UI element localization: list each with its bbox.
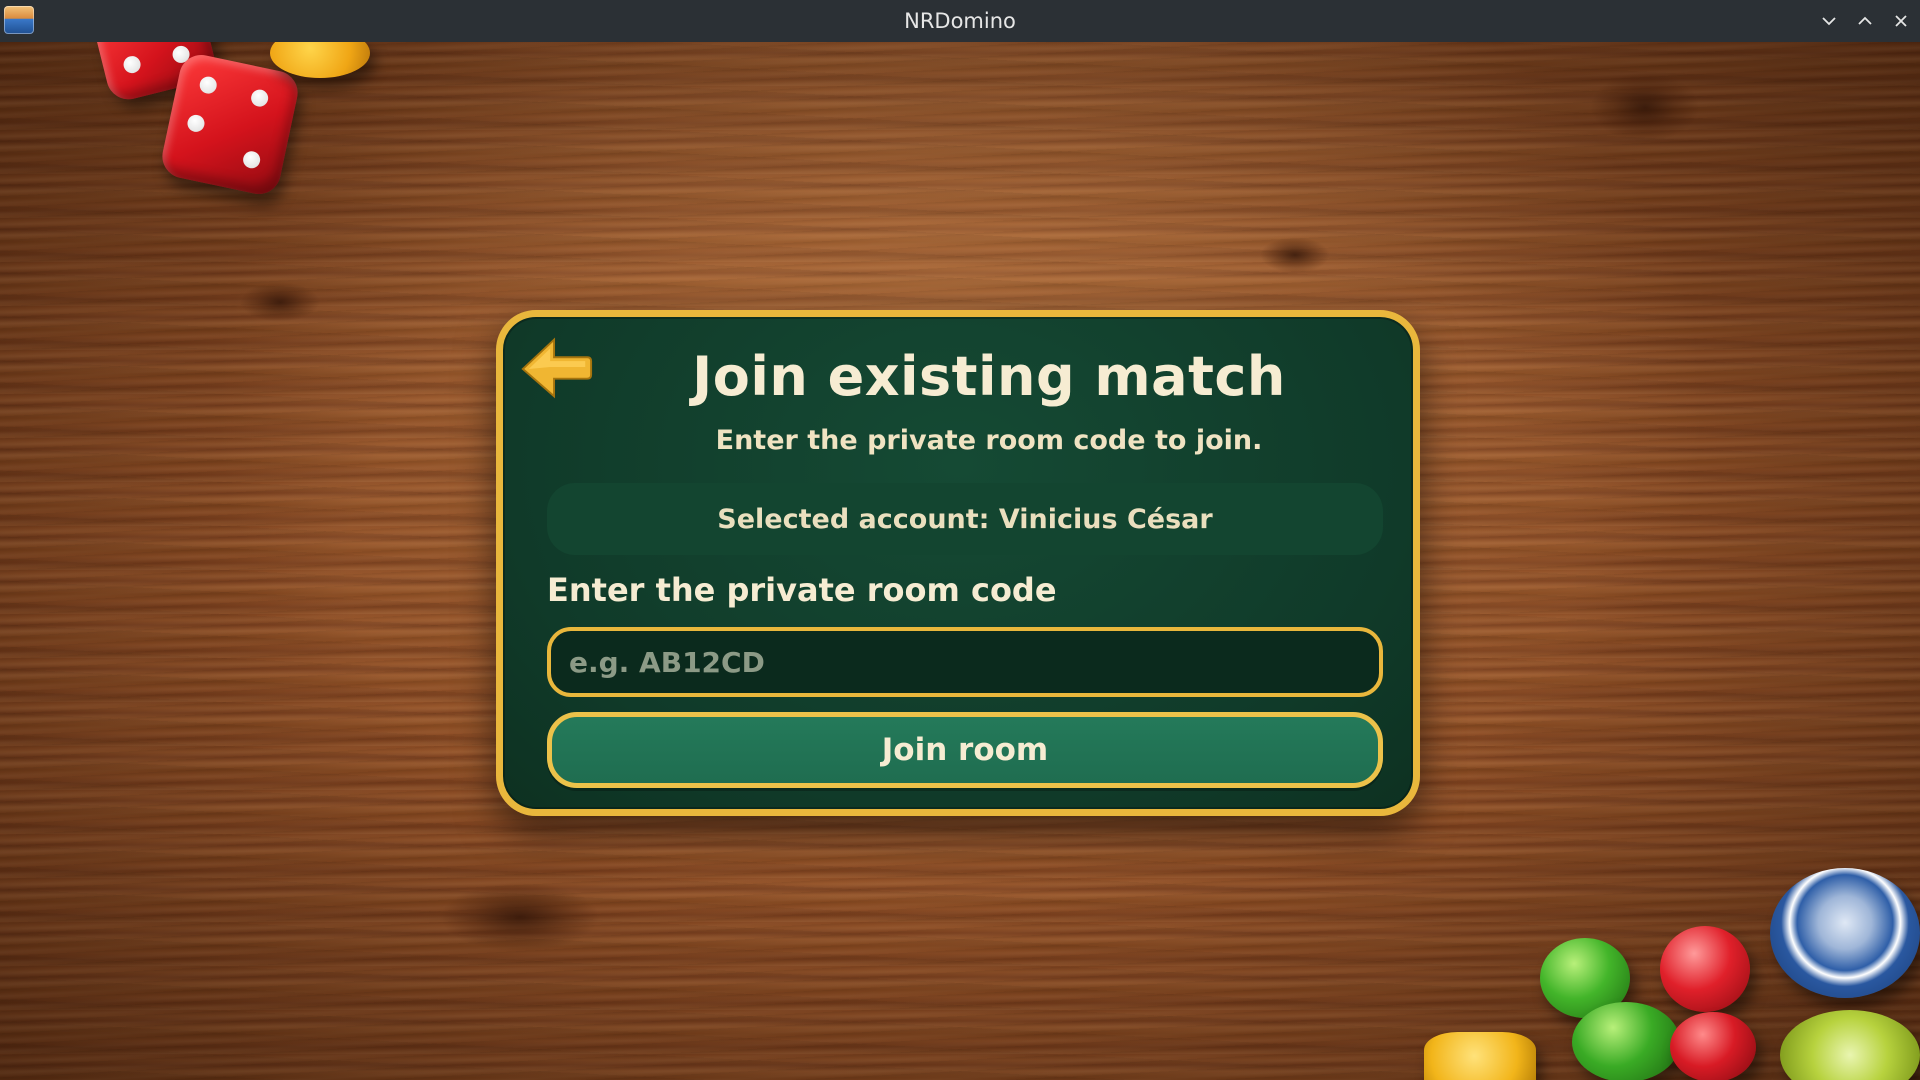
join-room-button-label: Join room <box>881 732 1049 768</box>
wood-knot <box>1590 72 1700 142</box>
green-token-decoration <box>1572 1002 1680 1080</box>
chevron-up-icon <box>1858 16 1872 25</box>
app-logo-icon <box>4 6 34 34</box>
join-room-button[interactable]: Join room <box>547 712 1383 788</box>
selected-account-display: Selected account: Vinicius César <box>547 483 1383 555</box>
room-code-label: Enter the private room code <box>547 571 1057 609</box>
title-bar: NRDomino <box>0 0 1920 42</box>
red-die-decoration <box>158 50 302 199</box>
blue-poker-chip-decoration <box>1770 868 1920 998</box>
red-token-decoration <box>1660 926 1750 1012</box>
close-button[interactable] <box>1888 8 1914 34</box>
app-window: NRDomino Join existing match Enter the p… <box>0 0 1920 1080</box>
selected-account-text: Selected account: Vinicius César <box>717 503 1213 535</box>
minimize-button[interactable] <box>1816 8 1842 34</box>
maximize-button[interactable] <box>1852 8 1878 34</box>
wood-knot <box>240 282 320 322</box>
wood-knot <box>1260 237 1330 273</box>
red-token-decoration <box>1670 1012 1756 1080</box>
close-icon <box>1895 15 1907 27</box>
wood-knot <box>440 882 600 952</box>
join-match-dialog: Join existing match Enter the private ro… <box>496 310 1420 816</box>
dialog-subtitle: Enter the private room code to join. <box>715 425 1263 456</box>
chevron-down-icon <box>1822 17 1836 26</box>
star-token-decoration <box>1424 1032 1536 1080</box>
room-code-input[interactable] <box>547 627 1383 697</box>
window-title: NRDomino <box>904 9 1016 33</box>
window-controls <box>1816 0 1914 42</box>
dialog-title: Join existing match <box>692 345 1286 408</box>
